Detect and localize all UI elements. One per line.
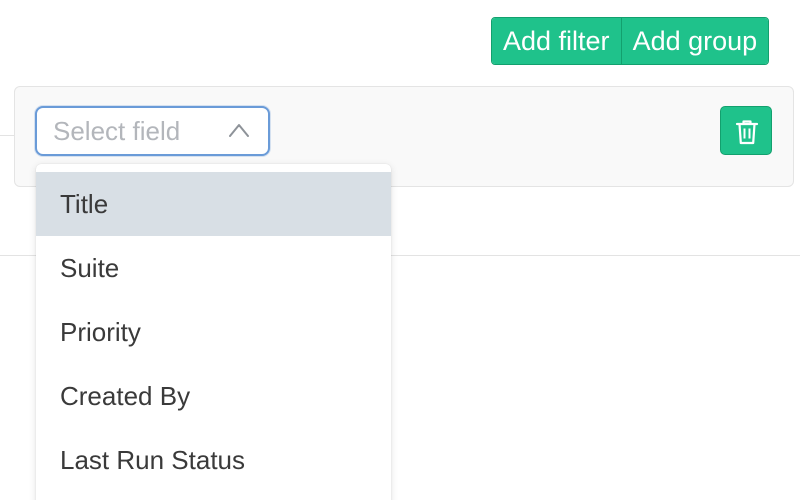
dropdown-item-last-run-status[interactable]: Last Run Status bbox=[36, 428, 391, 492]
dropdown-item-priority[interactable]: Priority bbox=[36, 300, 391, 364]
dropdown-item-created-by[interactable]: Created By bbox=[36, 364, 391, 428]
trash-icon bbox=[735, 120, 759, 145]
delete-filter-button[interactable] bbox=[720, 106, 772, 155]
filter-actions-group: Add filter Add group bbox=[491, 17, 770, 65]
add-filter-button[interactable]: Add filter bbox=[492, 18, 621, 64]
field-select[interactable]: Select field bbox=[35, 106, 270, 156]
field-dropdown-menu: Title Suite Priority Created By Last Run… bbox=[36, 164, 391, 500]
chevron-up-icon bbox=[229, 124, 249, 137]
dropdown-item-suite[interactable]: Suite bbox=[36, 236, 391, 300]
add-group-button[interactable]: Add group bbox=[620, 18, 769, 64]
field-select-placeholder: Select field bbox=[53, 116, 181, 146]
divider-stub bbox=[0, 135, 14, 136]
page: Add filter Add group Select field Title … bbox=[0, 0, 800, 500]
dropdown-item-title[interactable]: Title bbox=[36, 172, 391, 236]
